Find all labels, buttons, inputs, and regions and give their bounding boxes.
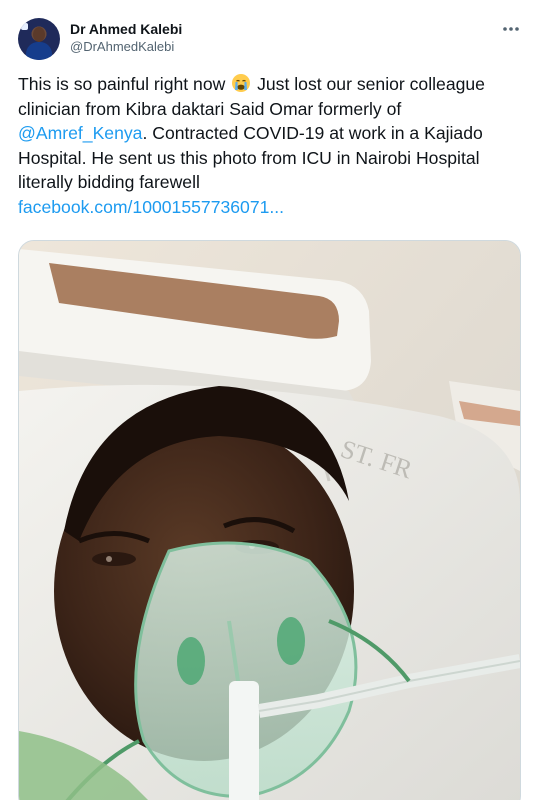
mention-link[interactable]: @Amref_Kenya (18, 123, 142, 143)
tweet-header: Dr Ahmed Kalebi @DrAhmedKalebi (18, 14, 526, 62)
avatar-logo (21, 23, 28, 30)
tweet-text-part1: This is so painful right now (18, 74, 231, 94)
avatar-shirt (26, 42, 52, 60)
crying-face-icon (231, 73, 251, 93)
tweet-photo[interactable]: ST. FR (18, 240, 521, 800)
more-icon[interactable] (500, 20, 522, 38)
tweet-text: This is so painful right now Just lost o… (18, 72, 524, 220)
external-link[interactable]: facebook.com/10001557736071... (18, 197, 284, 217)
hospital-photo: ST. FR (19, 241, 520, 800)
author-names: Dr Ahmed Kalebi @DrAhmedKalebi (70, 20, 182, 56)
avatar-face (33, 27, 45, 42)
handle[interactable]: @DrAhmedKalebi (70, 38, 182, 56)
display-name[interactable]: Dr Ahmed Kalebi (70, 20, 182, 38)
avatar[interactable] (18, 18, 60, 60)
tweet-card: Dr Ahmed Kalebi @DrAhmedKalebi This is s… (0, 0, 542, 800)
